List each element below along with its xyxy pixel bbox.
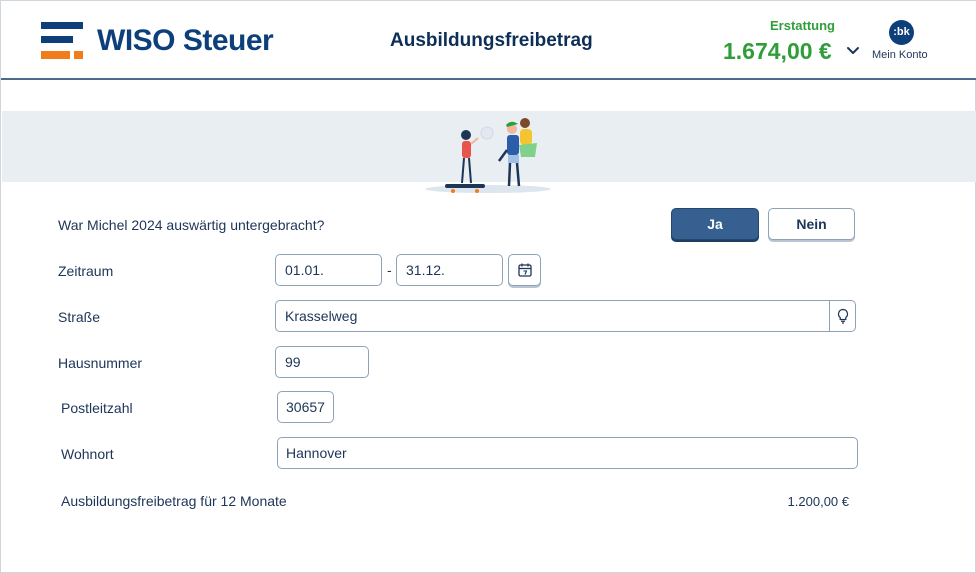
yes-button[interactable]: Ja xyxy=(671,208,759,240)
calendar-icon xyxy=(517,263,532,277)
period-label: Zeitraum xyxy=(58,263,114,279)
allowance-amount: 1.200,00 € xyxy=(787,494,849,509)
brand-name[interactable]: WISO Steuer xyxy=(97,22,274,60)
city-label: Wohnort xyxy=(61,446,114,462)
house-number-label: Hausnummer xyxy=(58,355,143,371)
period-from-input[interactable]: 01.01. xyxy=(275,254,382,286)
allowance-label: Ausbildungsfreibetrag für 12 Monate xyxy=(61,493,287,509)
account-label[interactable]: Mein Konto xyxy=(872,49,928,61)
question-label: War Michel 2024 auswärtig untergebracht? xyxy=(58,217,325,233)
avatar[interactable]: :bk xyxy=(889,20,914,45)
lightbulb-icon xyxy=(837,308,848,324)
street-hint-button[interactable] xyxy=(829,300,856,332)
refund-amount[interactable]: 1.674,00 € xyxy=(723,38,832,65)
header: WISO Steuer Ausbildungsfreibetrag Erstat… xyxy=(1,1,976,80)
calendar-button[interactable] xyxy=(508,254,541,286)
street-label: Straße xyxy=(58,309,101,325)
wiso-logo-icon[interactable] xyxy=(41,22,83,59)
period-separator: - xyxy=(387,262,392,278)
zip-input[interactable]: 30657 xyxy=(277,391,334,423)
city-input[interactable]: Hannover xyxy=(277,437,858,469)
chevron-down-icon[interactable] xyxy=(845,43,861,59)
app-window: WISO Steuer Ausbildungsfreibetrag Erstat… xyxy=(0,0,976,573)
refund-label: Erstattung xyxy=(770,18,835,33)
street-input[interactable]: Krasselweg xyxy=(275,300,830,332)
no-button[interactable]: Nein xyxy=(768,208,855,240)
period-to-input[interactable]: 31.12. xyxy=(396,254,503,286)
page-title: Ausbildungsfreibetrag xyxy=(390,30,593,51)
house-number-input[interactable]: 99 xyxy=(275,346,369,378)
zip-label: Postleitzahl xyxy=(61,400,133,416)
kids-skateboard-illustration-icon xyxy=(425,118,551,193)
